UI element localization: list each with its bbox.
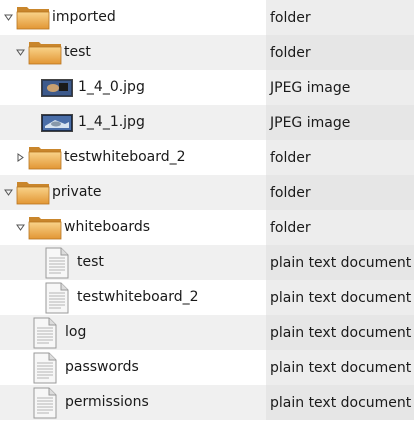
row-name: log <box>65 324 87 340</box>
tree-row-log[interactable]: log plain text document <box>0 315 414 350</box>
tree-row-permissions[interactable]: permissions plain text document <box>0 385 414 420</box>
expander-collapsed-icon[interactable] <box>15 152 25 162</box>
name-cell: test <box>0 245 266 280</box>
row-name: imported <box>52 9 116 25</box>
name-cell: testwhiteboard_2 <box>0 280 266 315</box>
expander-expanded-icon[interactable] <box>15 47 25 57</box>
row-type: folder <box>266 210 414 245</box>
tree-row-whiteboards[interactable]: whiteboards folder <box>0 210 414 245</box>
name-cell: imported <box>0 0 266 35</box>
file-tree: imported folder test folder 1_4_0.jpg JP… <box>0 0 414 426</box>
row-type: plain text document <box>266 280 414 315</box>
name-cell: testwhiteboard_2 <box>0 140 266 175</box>
row-name: test <box>77 254 104 270</box>
row-name: 1_4_0.jpg <box>78 79 145 95</box>
row-name: private <box>52 184 102 200</box>
row-type: plain text document <box>266 245 414 280</box>
text-document-icon <box>45 282 69 314</box>
tree-row-testwhiteboard-2-folder[interactable]: testwhiteboard_2 folder <box>0 140 414 175</box>
tree-row-1-4-0-jpg[interactable]: 1_4_0.jpg JPEG image <box>0 70 414 105</box>
text-document-icon <box>33 352 57 384</box>
folder-icon <box>16 4 50 30</box>
expander-expanded-icon[interactable] <box>15 222 25 232</box>
row-type: folder <box>266 140 414 175</box>
name-cell: private <box>0 175 266 210</box>
row-type: plain text document <box>266 315 414 350</box>
folder-icon <box>28 214 62 240</box>
row-type: folder <box>266 0 414 35</box>
tree-row-1-4-1-jpg[interactable]: 1_4_1.jpg JPEG image <box>0 105 414 140</box>
text-document-icon <box>33 387 57 419</box>
row-type: plain text document <box>266 385 414 420</box>
row-name: test <box>64 44 91 60</box>
folder-icon <box>16 179 50 205</box>
expander-expanded-icon[interactable] <box>3 12 13 22</box>
expander-expanded-icon[interactable] <box>3 187 13 197</box>
name-cell: whiteboards <box>0 210 266 245</box>
tree-row-imported[interactable]: imported folder <box>0 0 414 35</box>
row-name: permissions <box>65 394 149 410</box>
row-type: folder <box>266 175 414 210</box>
row-name: whiteboards <box>64 219 151 235</box>
text-document-icon <box>33 317 57 349</box>
name-cell: test <box>0 35 266 70</box>
row-type: JPEG image <box>266 105 414 140</box>
row-type: plain text document <box>266 350 414 385</box>
folder-icon <box>28 144 62 170</box>
image-file-icon <box>41 79 73 97</box>
row-name: passwords <box>65 359 139 375</box>
name-cell: 1_4_1.jpg <box>0 105 266 140</box>
tree-row-private[interactable]: private folder <box>0 175 414 210</box>
row-name: testwhiteboard_2 <box>77 289 199 305</box>
row-type: JPEG image <box>266 70 414 105</box>
row-name: testwhiteboard_2 <box>64 149 186 165</box>
image-file-icon <box>41 114 73 132</box>
name-cell: permissions <box>0 385 266 420</box>
folder-icon <box>28 39 62 65</box>
name-cell: log <box>0 315 266 350</box>
tree-row-testwhiteboard-2-text[interactable]: testwhiteboard_2 plain text document <box>0 280 414 315</box>
tree-row-test-text[interactable]: test plain text document <box>0 245 414 280</box>
text-document-icon <box>45 247 69 279</box>
tree-row-test-folder[interactable]: test folder <box>0 35 414 70</box>
row-name: 1_4_1.jpg <box>78 114 145 130</box>
tree-row-passwords[interactable]: passwords plain text document <box>0 350 414 385</box>
name-cell: 1_4_0.jpg <box>0 70 266 105</box>
name-cell: passwords <box>0 350 266 385</box>
row-type: folder <box>266 35 414 70</box>
